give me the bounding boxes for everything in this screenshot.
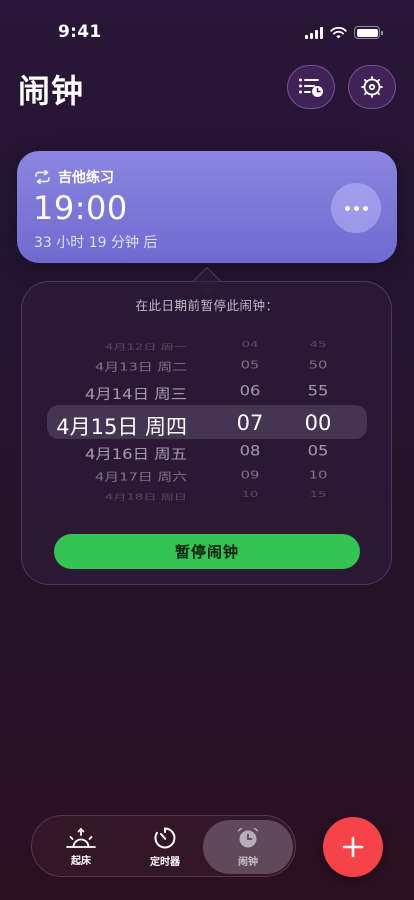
gear-icon	[361, 76, 383, 98]
picker-minute: 15	[309, 490, 327, 500]
tab-bar: 起床 定时器 闹钟	[31, 815, 296, 877]
page-title: 闹钟	[18, 72, 85, 110]
picker-hour: 09	[240, 469, 260, 482]
picker-hour: 04	[241, 340, 259, 350]
picker-hour: 08	[239, 442, 261, 459]
picker-minute: 05	[307, 442, 329, 459]
list-clock-icon	[299, 78, 323, 97]
sunrise-icon	[66, 827, 96, 848]
picker-row[interactable]: 4月18日 周日 10 15	[47, 488, 367, 505]
repeat-icon	[35, 170, 50, 184]
tab-label: 起床	[71, 856, 91, 867]
picker-date: 4月14日 周三	[84, 385, 187, 403]
status-icons	[305, 26, 383, 39]
picker-minute: 00	[304, 411, 332, 435]
picker-row[interactable]: 4月17日 周六 09 10	[47, 466, 367, 488]
picker-date: 4月13日 周二	[94, 361, 187, 374]
picker-date: 4月12日 周一	[104, 342, 187, 352]
alarm-label: 吉他练习	[58, 170, 114, 186]
alarm-clock-icon	[237, 827, 259, 848]
picker-date: 4月15日 周四	[56, 415, 187, 439]
more-options-button[interactable]	[331, 183, 381, 233]
picker-date: 4月17日 周六	[94, 471, 187, 484]
popover-title: 在此日期前暂停此闹钟：	[135, 298, 279, 313]
tab-timer[interactable]: 定时器	[120, 820, 210, 874]
settings-button[interactable]	[348, 65, 396, 109]
alarm-label-row: 吉他练习	[34, 167, 114, 187]
tab-label: 定时器	[150, 857, 180, 868]
more-icon-dot	[344, 205, 350, 211]
picker-hour: 07	[236, 411, 264, 435]
pause-alarm-button[interactable]: 暂停闹钟	[54, 534, 360, 569]
picker-row[interactable]: 4月16日 周五 08 05	[47, 439, 367, 465]
tab-wake-up[interactable]: 起床	[36, 820, 126, 874]
picker-date: 4月16日 周五	[84, 445, 187, 463]
picker-row[interactable]: 4月13日 周二 05 50	[47, 356, 367, 378]
picker-date: 4月18日 周日	[104, 492, 187, 502]
timer-icon	[154, 827, 176, 849]
more-icon-dot	[362, 205, 368, 211]
picker-hour: 06	[239, 382, 261, 399]
wifi-icon	[330, 26, 347, 38]
picker-hour: 05	[240, 359, 260, 372]
picker-minute: 50	[308, 359, 328, 372]
signal-icon	[305, 26, 323, 39]
date-time-picker[interactable]: 4月12日 周一 04 45 4月13日 周二 05 50 4月14日 周三 06 55 4月15…	[47, 322, 367, 518]
alarm-time: 19:00	[33, 189, 128, 227]
add-alarm-button[interactable]	[323, 817, 383, 877]
alarm-list-button[interactable]	[287, 65, 335, 109]
picker-row[interactable]: 4月14日 周三 06 55	[47, 379, 367, 405]
picker-minute: 55	[307, 382, 329, 399]
alarm-card[interactable]: 吉他练习 19:00 33 小时 19 分钟 后	[17, 151, 397, 263]
picker-minute: 10	[308, 469, 328, 482]
picker-row[interactable]: 4月15日 周四 07 00	[47, 407, 367, 439]
battery-icon	[354, 26, 383, 39]
picker-minute: 45	[309, 340, 327, 350]
more-icon-dot	[353, 205, 359, 211]
status-time: 9:41	[58, 22, 102, 42]
tab-alarm[interactable]: 闹钟	[203, 820, 293, 874]
plus-icon	[342, 836, 364, 858]
tab-label: 闹钟	[238, 857, 258, 868]
picker-hour: 10	[241, 490, 259, 500]
picker-row[interactable]: 4月12日 周一 04 45	[47, 338, 367, 355]
alarm-remaining: 33 小时 19 分钟 后	[34, 235, 158, 251]
status-bar: 9:41	[0, 0, 414, 54]
